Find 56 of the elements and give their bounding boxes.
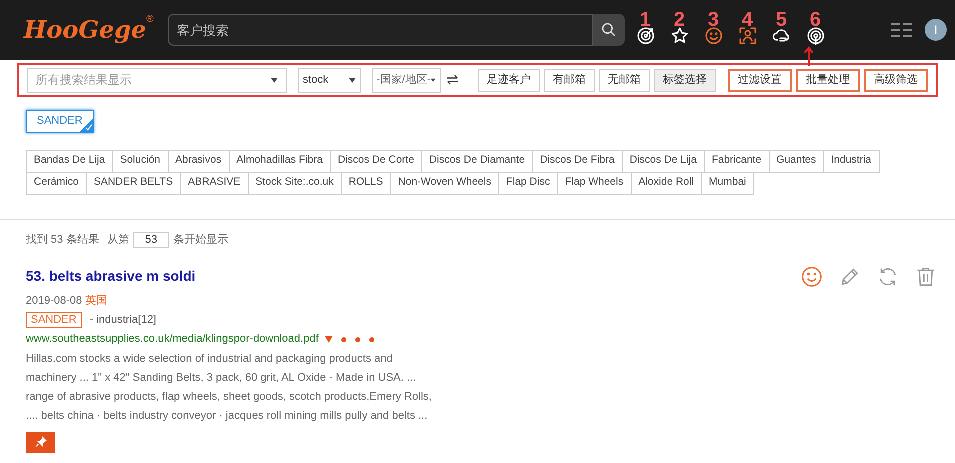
filter-button[interactable]: 有邮箱 [544, 68, 595, 92]
signal-icon[interactable] [806, 26, 826, 46]
filter-button[interactable]: 足迹客户 [478, 68, 540, 92]
result-date: 2019-08-08 [26, 294, 82, 310]
filter-button[interactable]: 过滤设置 [728, 68, 792, 92]
grid-menu-icon[interactable] [891, 23, 913, 37]
person-scan-icon[interactable] [738, 26, 758, 46]
annotation-number: 4 [742, 10, 754, 30]
result-snippet: Hillas.com stocks a wide selection of industrial and packaging products and machinery ... 1" x 42" Sanding Belts, 3 pack, 60 grit, AL Oxide - Made in USA. ... range of abrasive products, flap wheels, sheet goods, scotch products,Emery Rolls, .... belts china · belts industry conveyor · jacques roll mining mills pully and belts ... [26, 352, 433, 424]
keyword-tag[interactable]: Guantes [768, 150, 824, 173]
filter-button[interactable]: 无邮箱 [599, 68, 650, 92]
keyword-tag[interactable]: Cerámico [26, 172, 87, 195]
selected-tag[interactable]: SANDER [26, 110, 94, 133]
annotation-number: 2 [674, 10, 686, 30]
filter-button[interactable]: 高级筛选 [864, 68, 928, 92]
keyword-tag[interactable]: Fabricante [704, 150, 770, 173]
annotation-arrow [804, 46, 814, 66]
result-country: 英国 [85, 294, 108, 310]
trash-icon[interactable] [915, 266, 937, 288]
search-icon [601, 22, 617, 38]
keyword-select[interactable]: stock [298, 68, 361, 92]
caret-icon [348, 78, 356, 82]
caret-icon [271, 78, 278, 82]
pin-icon [34, 436, 46, 448]
keyword-tag[interactable]: Bandas De Lija [26, 150, 114, 173]
result-count: 找到 53 条结果 [26, 232, 100, 248]
registered-mark: ® [146, 13, 154, 27]
search-button[interactable] [593, 14, 625, 46]
keyword-tag[interactable]: Industria [823, 150, 880, 173]
refresh-icon[interactable] [877, 266, 899, 288]
smile-icon[interactable] [704, 26, 724, 46]
search-field[interactable]: 客户搜索 [168, 14, 593, 46]
star-icon[interactable] [670, 26, 690, 46]
result-url[interactable]: www.southeastsupplies.co.uk/media/klingspor-download.pdf [26, 331, 319, 348]
annotation-number: 1 [640, 10, 652, 30]
filter-button[interactable]: 标签选择 [654, 68, 716, 92]
result-title[interactable]: 53. belts abrasive m soldi [26, 266, 929, 288]
annotation-number: 5 [776, 10, 788, 30]
annotation-number: 3 [708, 10, 720, 30]
start-suffix: 条开始显示 [173, 232, 228, 248]
keyword-tag[interactable]: Mumbai [701, 172, 754, 195]
dropdown-icon[interactable] [324, 336, 333, 343]
more-icon[interactable] [340, 336, 375, 342]
target-icon[interactable] [636, 26, 656, 46]
result-tag: SANDER [26, 312, 82, 328]
logo[interactable]: HooGege [24, 12, 147, 48]
smile-icon[interactable] [801, 266, 823, 288]
start-label: 从第 [107, 232, 130, 248]
swap-icon[interactable] [446, 75, 458, 85]
filter-button[interactable]: 批量处理 [796, 68, 860, 92]
pin-button[interactable] [26, 432, 55, 453]
annotation-number: 6 [810, 10, 822, 30]
start-field[interactable]: 53 [133, 232, 170, 248]
result-category: - industria[12] [90, 312, 156, 328]
caret-icon [431, 78, 436, 82]
country-select[interactable]: -国家/地区- [372, 68, 441, 92]
